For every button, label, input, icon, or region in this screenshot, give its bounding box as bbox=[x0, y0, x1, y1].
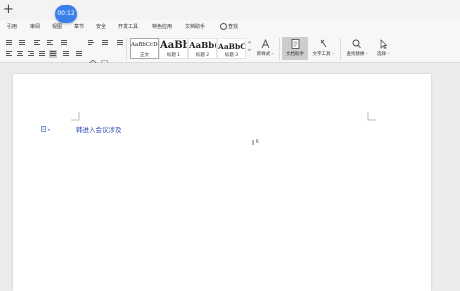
table-border-button[interactable] bbox=[116, 40, 124, 46]
ribbon-divider bbox=[126, 38, 127, 60]
sort-button[interactable] bbox=[87, 40, 95, 46]
new-tab-button[interactable]: + bbox=[3, 3, 14, 16]
new-style-label: 新样式 - bbox=[256, 52, 274, 57]
find-replace-button[interactable]: 查找替换 - bbox=[343, 37, 371, 60]
menu-references[interactable]: 引用 bbox=[7, 24, 17, 31]
new-style-button[interactable]: 新样式 - bbox=[252, 37, 278, 60]
find-replace-label: 查找替换 - bbox=[346, 52, 368, 57]
paragraph-spacing-button[interactable] bbox=[75, 51, 83, 57]
cursor-mark: R bbox=[256, 139, 259, 144]
style-heading-1-label: 标题 1 bbox=[166, 53, 181, 58]
doc-assistant-button[interactable]: 文档助手 bbox=[282, 37, 308, 60]
margin-corner-top-right bbox=[367, 112, 376, 121]
menu-featured-apps[interactable]: 特色应用 bbox=[152, 24, 172, 31]
style-normal[interactable]: AaBbCcDd 正文 bbox=[130, 38, 159, 59]
style-heading-1-preview: AaBb bbox=[160, 40, 187, 51]
margin-corner-top-left bbox=[71, 112, 80, 121]
increase-indent-button[interactable] bbox=[46, 40, 54, 46]
style-heading-3-preview: AaBbC( bbox=[218, 42, 245, 51]
menu-review[interactable]: 审阅 bbox=[30, 24, 40, 31]
text-tools-button[interactable]: 文字工具 - bbox=[310, 37, 336, 60]
menu-chapter[interactable]: 章节 bbox=[74, 24, 84, 31]
numbered-list-button[interactable] bbox=[18, 40, 26, 46]
text-cursor-icon: I bbox=[252, 139, 255, 147]
doc-assistant-label: 文档助手 bbox=[286, 52, 304, 57]
line-spacing-button[interactable] bbox=[62, 51, 70, 57]
justify-button[interactable] bbox=[38, 51, 46, 57]
style-heading-3-label: 标题 3 bbox=[224, 53, 239, 58]
style-heading-3[interactable]: AaBbC( 标题 3 bbox=[217, 38, 246, 59]
style-heading-2-preview: AaBb( bbox=[189, 41, 216, 51]
bullet-list-button[interactable] bbox=[5, 40, 13, 46]
style-heading-1[interactable]: AaBb 标题 1 bbox=[159, 38, 188, 59]
wrench-icon bbox=[320, 39, 327, 48]
new-style-icon bbox=[261, 39, 270, 49]
align-right-button[interactable] bbox=[27, 51, 35, 57]
distributed-align-button[interactable] bbox=[49, 50, 57, 58]
menu-doc-assistant[interactable]: 文档助手 bbox=[185, 24, 205, 31]
style-heading-2[interactable]: AaBb( 标题 2 bbox=[188, 38, 217, 59]
style-normal-preview: AaBbCcDd bbox=[131, 42, 158, 48]
decrease-indent-button[interactable] bbox=[33, 40, 41, 46]
menu-developer-tools[interactable]: 开发工具 bbox=[118, 24, 138, 31]
show-marks-button[interactable] bbox=[101, 40, 109, 46]
style-heading-2-label: 标题 2 bbox=[195, 53, 210, 58]
menu-security[interactable]: 安全 bbox=[96, 24, 106, 31]
document-icon bbox=[291, 39, 300, 49]
align-center-button[interactable] bbox=[16, 51, 24, 57]
shading-button[interactable] bbox=[89, 51, 97, 67]
paragraph-handle-icon[interactable] bbox=[41, 126, 47, 132]
align-left-button[interactable] bbox=[5, 51, 13, 57]
paragraph-handle-arrow[interactable]: ▾ bbox=[48, 126, 50, 133]
chinese-layout-button[interactable] bbox=[60, 40, 68, 46]
style-normal-label: 正文 bbox=[140, 53, 149, 58]
select-label: 选择 - bbox=[376, 52, 390, 57]
ribbon-divider bbox=[340, 38, 341, 60]
text-tools-label: 文字工具 - bbox=[312, 52, 334, 57]
select-button[interactable]: 选择 - bbox=[370, 37, 396, 60]
borders-button[interactable] bbox=[101, 51, 109, 66]
search-icon bbox=[220, 23, 227, 30]
magnifier-icon bbox=[352, 39, 361, 49]
cursor-arrow-icon bbox=[380, 39, 388, 49]
document-body-text[interactable]: 韩进入会议涉及 bbox=[76, 126, 122, 134]
recording-timer-badge[interactable]: 00:12 bbox=[55, 5, 77, 23]
document-page[interactable] bbox=[13, 74, 431, 291]
ribbon-divider bbox=[279, 38, 280, 60]
menu-view[interactable]: 视图 bbox=[52, 24, 62, 31]
menu-search[interactable]: 查找 bbox=[228, 24, 238, 31]
